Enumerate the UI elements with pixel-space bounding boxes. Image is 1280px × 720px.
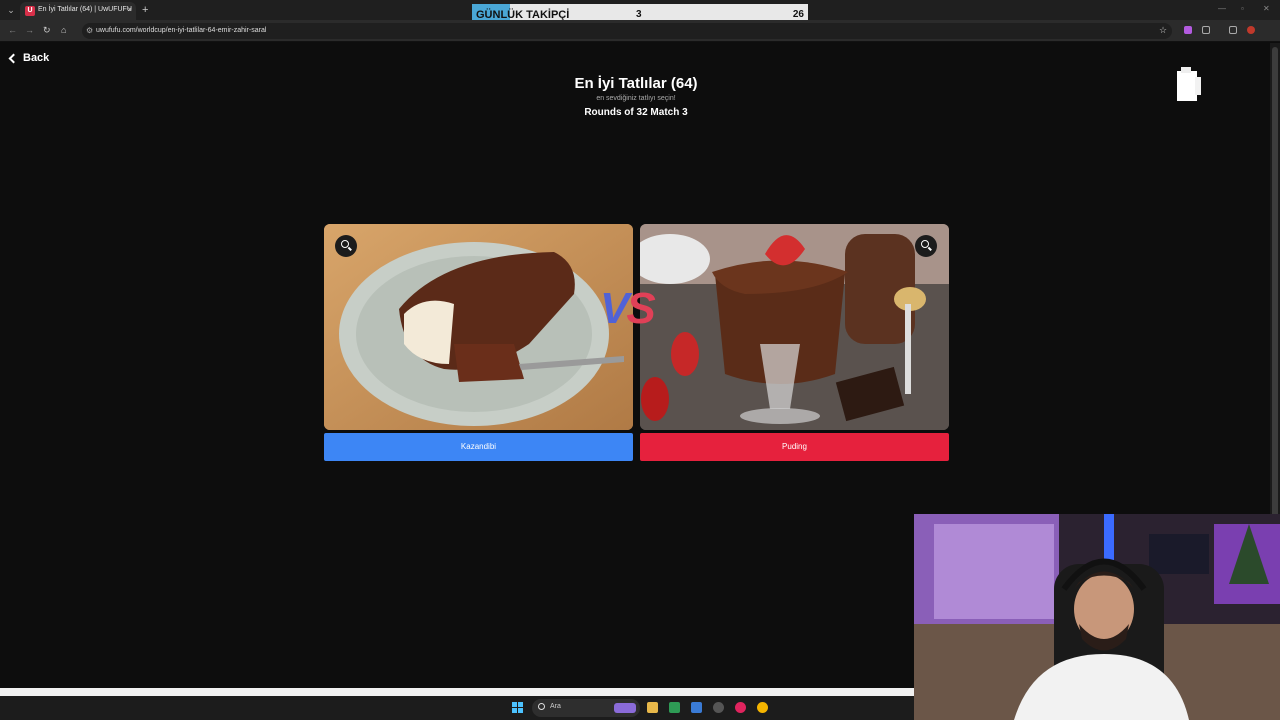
- home-icon[interactable]: ⌂: [61, 25, 66, 35]
- zoom-handle: [348, 246, 352, 251]
- profile-avatar-icon[interactable]: [1247, 26, 1255, 34]
- zoom-button-left[interactable]: [335, 235, 357, 257]
- choose-left-button[interactable]: Kazandibi: [324, 433, 633, 461]
- browser-tab[interactable]: U En İyi Tatlılar (64) | UwUFUFU ×: [20, 2, 136, 20]
- tab-title: En İyi Tatlılar (64) | UwUFUFU: [38, 6, 132, 13]
- extension-icon[interactable]: [1184, 26, 1192, 34]
- tab-search-icon[interactable]: ⌄: [4, 3, 18, 17]
- site-info-icon[interactable]: ⚙: [86, 26, 93, 35]
- option-card-left[interactable]: [324, 224, 633, 430]
- media-control-icon[interactable]: [1229, 26, 1237, 34]
- new-tab-button[interactable]: +: [142, 3, 148, 17]
- back-label: Back: [23, 52, 50, 64]
- search-icon: [538, 703, 545, 710]
- tab-close-icon[interactable]: ×: [127, 5, 132, 14]
- search-highlight-icon: [614, 703, 636, 713]
- file-explorer-icon[interactable]: [647, 702, 658, 713]
- zoom-handle: [928, 246, 932, 251]
- option-card-right[interactable]: [640, 224, 949, 430]
- chevron-left-icon: [8, 53, 19, 63]
- vs-label: VS: [600, 284, 656, 334]
- webcam-overlay: [914, 514, 1280, 720]
- zoom-button-right[interactable]: [915, 235, 937, 257]
- bookmark-star-icon[interactable]: ☆: [1159, 25, 1167, 36]
- forward-arrow-icon[interactable]: →: [25, 25, 34, 35]
- vs-s: S: [626, 284, 655, 333]
- address-bar: ← → ↻ ⌂ ⚙ uwufufu.com/worldcup/en-iyi-ta…: [0, 20, 1280, 42]
- app-green-icon[interactable]: [669, 702, 680, 713]
- app-blue-icon[interactable]: [691, 702, 702, 713]
- url-text: uwufufu.com/worldcup/en-iyi-tatlilar-64-…: [96, 27, 267, 34]
- back-button[interactable]: Back: [8, 52, 50, 64]
- maximize-icon[interactable]: ▫: [1241, 4, 1244, 13]
- pixel-mascot-icon: [1177, 67, 1201, 101]
- puding-image: [640, 224, 949, 430]
- scrollbar-thumb[interactable]: [1272, 47, 1278, 517]
- round-indicator: Rounds of 32 Match 3: [584, 107, 688, 118]
- favicon-icon: U: [25, 6, 35, 16]
- taskbar-search-placeholder: Ara: [550, 703, 561, 710]
- chrome-icon[interactable]: [757, 702, 768, 713]
- url-field[interactable]: ⚙ uwufufu.com/worldcup/en-iyi-tatlilar-6…: [82, 23, 1172, 39]
- kazandibi-image: [324, 224, 633, 430]
- extensions-puzzle-icon[interactable]: [1202, 26, 1210, 34]
- app-settings-icon[interactable]: [713, 702, 724, 713]
- webcam-feed: [914, 514, 1280, 720]
- app-media-icon[interactable]: [735, 702, 746, 713]
- choose-right-button[interactable]: Puding: [640, 433, 949, 461]
- windows-start-icon[interactable]: [512, 702, 524, 714]
- page-title: En İyi Tatlılar (64): [574, 75, 698, 92]
- back-arrow-icon[interactable]: ←: [8, 25, 17, 35]
- window-close-icon[interactable]: ✕: [1263, 4, 1270, 13]
- reload-icon[interactable]: ↻: [43, 25, 51, 36]
- page-subtitle: en sevdiğiniz tatlıyı seçin!: [596, 95, 676, 102]
- vs-v: V: [600, 284, 629, 333]
- minimize-icon[interactable]: —: [1218, 4, 1226, 13]
- taskbar-search[interactable]: Ara: [532, 699, 640, 717]
